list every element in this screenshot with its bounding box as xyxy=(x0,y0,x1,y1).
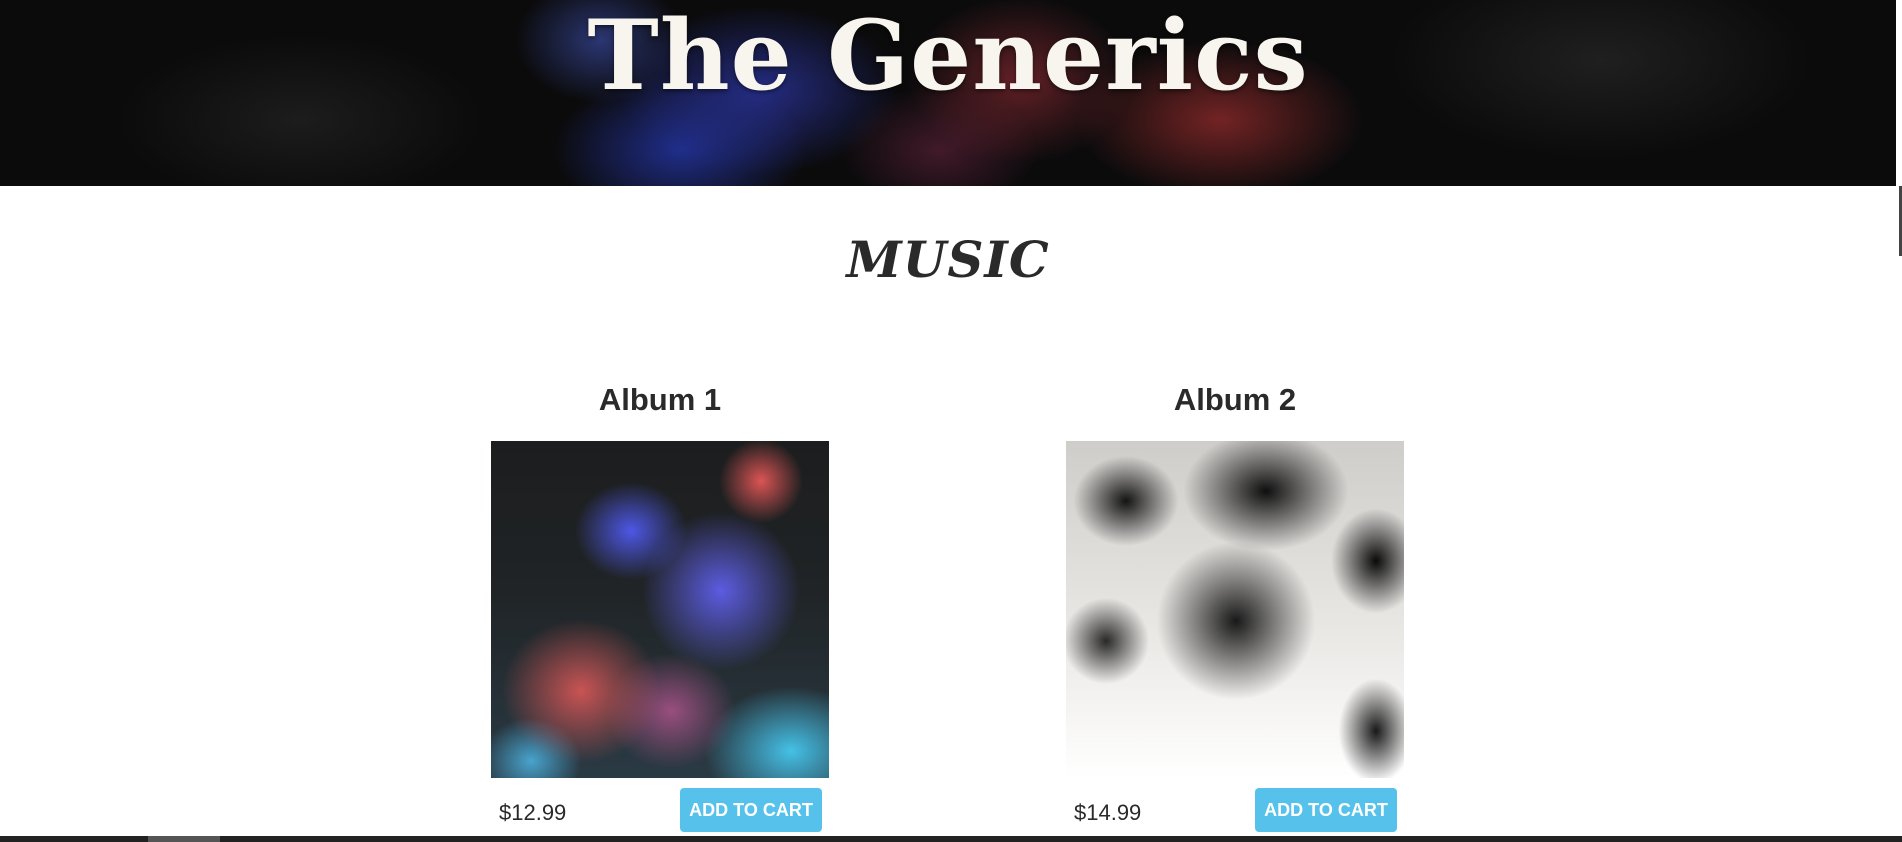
album-card: Album 2 $14.99 ADD TO CART xyxy=(1066,375,1404,842)
music-section-title: MUSIC xyxy=(846,230,1050,289)
add-to-cart-button[interactable]: ADD TO CART xyxy=(1255,788,1397,832)
site-title: The Generics xyxy=(587,0,1309,112)
vertical-scrollbar[interactable] xyxy=(1896,0,1902,842)
horizontal-scrollbar[interactable] xyxy=(0,836,1902,842)
album-cover-image[interactable] xyxy=(491,441,829,778)
album-footer: $12.99 ADD TO CART xyxy=(491,788,829,842)
album-title: Album 1 xyxy=(598,382,722,417)
album-footer: $14.99 ADD TO CART xyxy=(1066,788,1404,842)
album-title: Album 2 xyxy=(1173,382,1297,417)
horizontal-scrollbar-thumb[interactable] xyxy=(148,836,220,842)
page: The Generics MUSIC Album 1 $12.99 ADD TO… xyxy=(0,0,1902,842)
add-to-cart-button[interactable]: ADD TO CART xyxy=(680,788,822,832)
hero-banner: The Generics xyxy=(0,0,1896,186)
album-cover-image[interactable] xyxy=(1066,441,1404,778)
album-card: Album 1 $12.99 ADD TO CART xyxy=(491,375,829,842)
album-price: $14.99 xyxy=(1074,800,1142,825)
album-price: $12.99 xyxy=(499,800,567,825)
